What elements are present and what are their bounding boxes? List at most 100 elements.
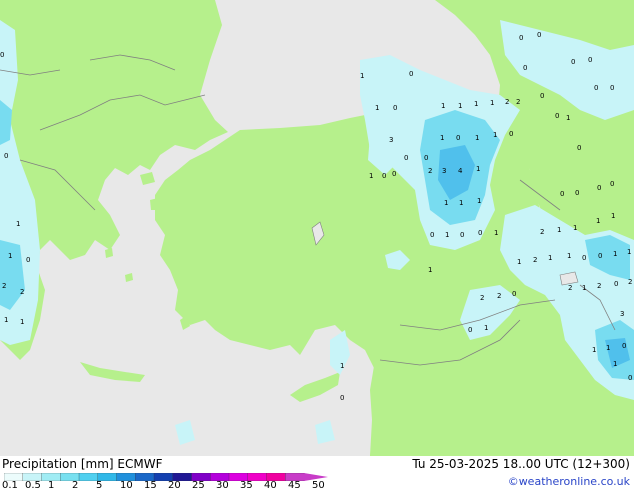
precip-value-label: 0	[610, 180, 614, 188]
precip-value-label: 0	[430, 231, 434, 239]
precip-value-label: 1	[611, 212, 615, 220]
legend-tick-label: 2	[72, 480, 79, 491]
precip-value-label: 0	[588, 56, 592, 64]
precip-value-label: 1	[477, 197, 481, 205]
legend-tick-label: 1	[48, 480, 55, 491]
legend-ticks: 0.1 0.5 1 2 5 10 15 20 25 30 35 40 45 50	[0, 480, 340, 492]
precip-value-label: 1	[484, 324, 488, 332]
precip-value-label: 0	[26, 256, 30, 264]
precip-value-label: 1	[548, 254, 552, 262]
precipitation-map: 0000001010111122101013412301110100111211…	[0, 0, 634, 456]
legend-tick-label: 5	[96, 480, 103, 491]
precip-value-label: 2	[516, 98, 520, 106]
precip-value-label: 0	[392, 170, 396, 178]
precip-value-label: 0	[404, 154, 408, 162]
precip-value-label: 2	[568, 284, 572, 292]
precip-value-label: 0	[393, 104, 397, 112]
precip-value-label: 1	[493, 131, 497, 139]
precip-value-label: 1	[494, 229, 498, 237]
precip-value-label: 1	[613, 250, 617, 258]
precip-value-label: 1	[20, 318, 24, 326]
precip-value-label: 1	[428, 266, 432, 274]
precip-value-label: 1	[360, 72, 364, 80]
legend-tick-label: 45	[288, 480, 301, 491]
precip-value-label: 0	[598, 252, 602, 260]
precip-value-label: 0	[509, 130, 513, 138]
title-text: Precipitation [mm]	[2, 457, 114, 471]
precip-value-label: 0	[577, 144, 581, 152]
legend-tick-label: 40	[264, 480, 277, 491]
legend-tick-label: 15	[144, 480, 157, 491]
precip-value-label: 2	[533, 256, 537, 264]
precip-value-label: 0	[0, 51, 4, 59]
precip-value-label: 0	[582, 254, 586, 262]
legend-tick-label: 30	[216, 480, 229, 491]
precip-value-label: 2	[497, 292, 501, 300]
precip-value-label: 0	[519, 34, 523, 42]
model-name: ECMWF	[117, 457, 163, 471]
precip-value-label: 0	[340, 394, 344, 402]
precip-value-label: 1	[627, 248, 631, 256]
precip-value-label: 1	[490, 99, 494, 107]
precip-value-label: 1	[596, 217, 600, 225]
precip-value-label: 1	[557, 226, 561, 234]
precip-value-label: 0	[571, 58, 575, 66]
precip-value-label: 1	[606, 344, 610, 352]
map-canvas: 0000 001 01 0 1 1 1 1 2 21 0 1 013 4 12301 1 10 1 0 0 111 2 1 1…	[0, 0, 634, 456]
precip-value-label: 0	[594, 84, 598, 92]
precip-value-label: 1	[440, 134, 444, 142]
legend-tick-label: 20	[168, 480, 181, 491]
precip-value-label: 2	[480, 294, 484, 302]
precip-value-label: 3	[389, 136, 393, 144]
legend-tick-label: 50	[312, 480, 325, 491]
credit-link[interactable]: ©weatheronline.co.uk	[508, 475, 630, 488]
precip-value-label: 0	[468, 326, 472, 334]
precip-value-label: 0	[622, 342, 626, 350]
precip-value-label: 1	[476, 165, 480, 173]
legend-tick-label: 35	[240, 480, 253, 491]
precip-value-label: 1	[567, 252, 571, 260]
precip-value-label: 3	[442, 167, 446, 175]
legend-tick-label: 0.1	[2, 480, 18, 491]
precip-value-label: 0	[409, 70, 413, 78]
precip-value-label: 1	[16, 220, 20, 228]
precip-value-label: 2	[540, 228, 544, 236]
precip-value-label: 0	[560, 190, 564, 198]
precip-value-label: 1	[4, 316, 8, 324]
precip-value-label: 1	[474, 100, 478, 108]
precip-value-label: 0	[424, 154, 428, 162]
precip-value-label: 0	[523, 64, 527, 72]
precip-value-label: 1	[582, 284, 586, 292]
precip-value-label: 0	[597, 184, 601, 192]
precip-value-label: 0	[460, 231, 464, 239]
run-time: Tu 25-03-2025 18..00 UTC (12+300)	[412, 457, 630, 471]
legend-tick-label: 0.5	[25, 480, 41, 491]
precip-value-label: 0	[628, 374, 632, 382]
precip-value-label: 1	[613, 360, 617, 368]
precip-value-label: 1	[445, 231, 449, 239]
precip-value-label: 2	[505, 98, 509, 106]
precip-value-label: 0	[614, 280, 618, 288]
map-footer: Precipitation [mm] ECMWF Tu 25-03-2025 1…	[0, 456, 634, 492]
legend-tick-label: 25	[192, 480, 205, 491]
precip-value-label: 0	[540, 92, 544, 100]
precip-value-label: 2	[597, 282, 601, 290]
precip-value-label: 4	[458, 167, 463, 175]
precip-value-label: 0	[456, 134, 460, 142]
precip-value-label: 1	[340, 362, 344, 370]
precip-value-label: 1	[475, 134, 479, 142]
precip-value-label: 3	[620, 310, 624, 318]
precip-value-label: 1	[369, 172, 373, 180]
precip-value-label: 1	[459, 199, 463, 207]
legend-tick-label: 10	[120, 480, 133, 491]
precip-value-label: 1	[375, 104, 379, 112]
precip-value-label: 1	[566, 114, 570, 122]
precip-value-label: 2	[2, 282, 6, 290]
precip-value-label: 0	[537, 31, 541, 39]
precip-value-label: 1	[441, 102, 445, 110]
precip-value-label: 1	[458, 102, 462, 110]
precip-value-label: 0	[478, 229, 482, 237]
precip-value-label: 0	[610, 84, 614, 92]
precip-value-label: 1	[573, 224, 577, 232]
precip-value-label: 1	[517, 258, 521, 266]
